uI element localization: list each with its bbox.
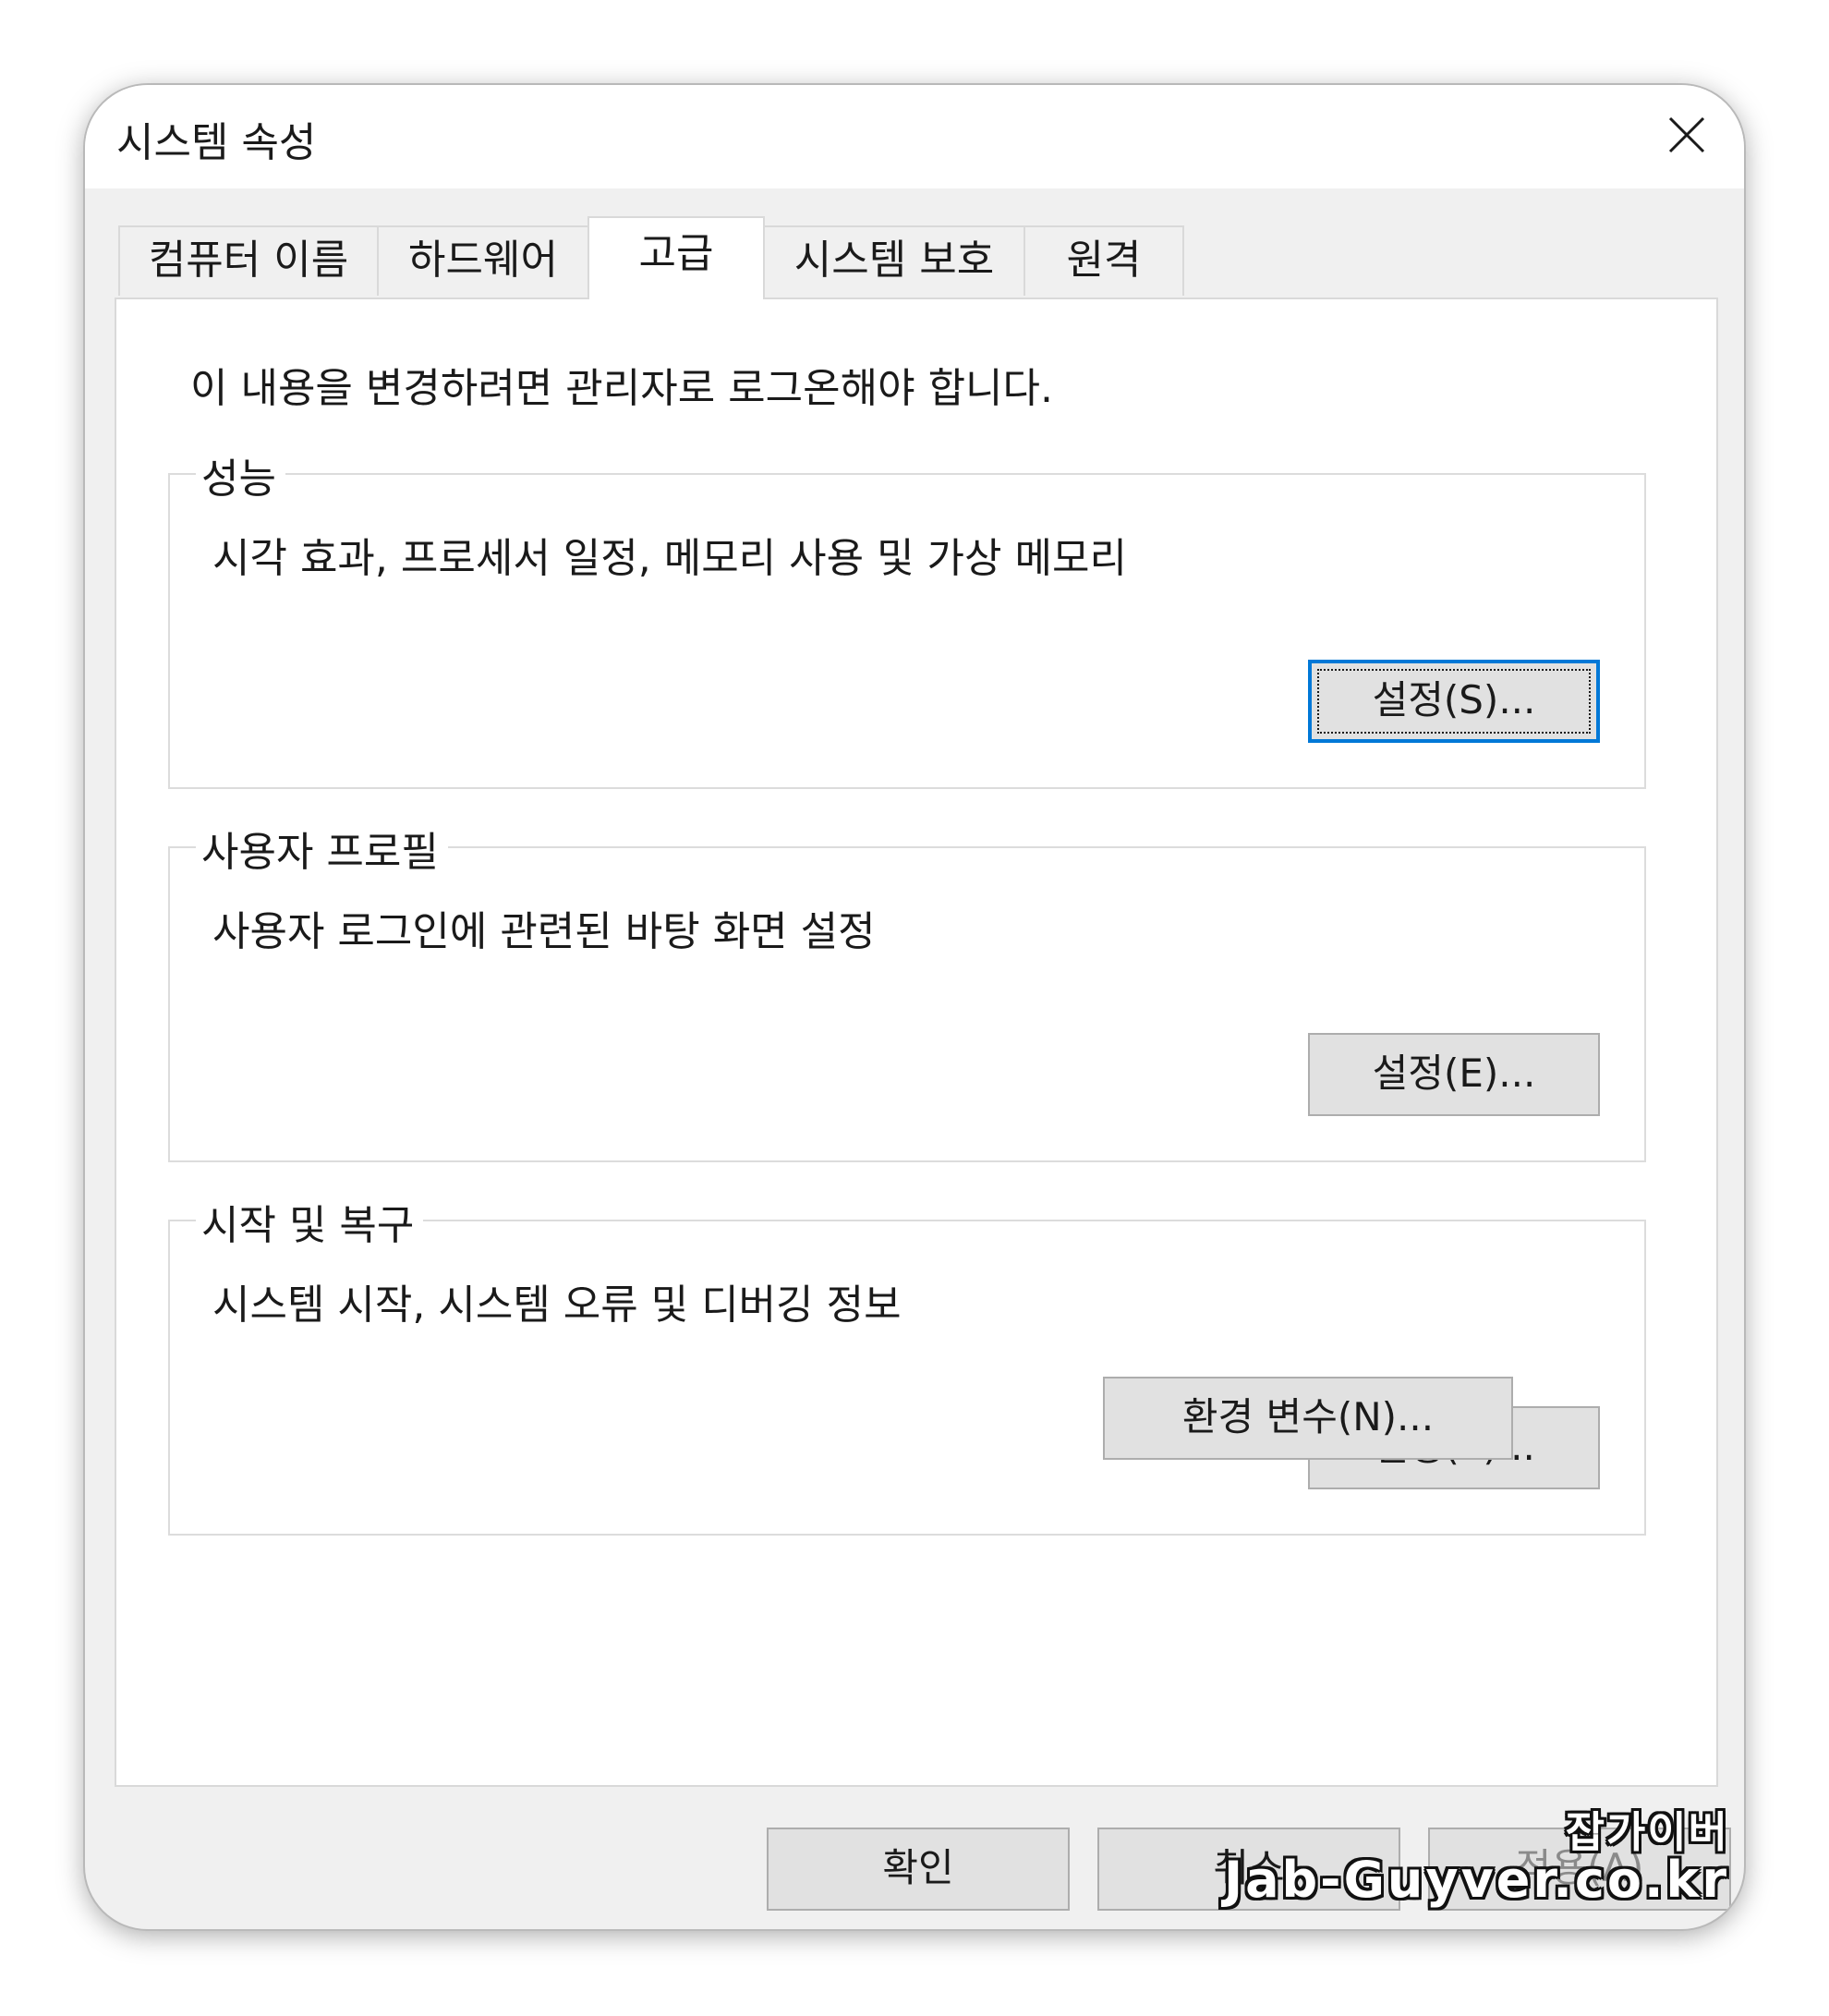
- user-profiles-group: 사용자 프로필 사용자 로그인에 관련된 바탕 화면 설정 설정(E)...: [168, 819, 1646, 1162]
- performance-description: 시각 효과, 프로세서 일정, 메모리 사용 및 가상 메모리: [212, 535, 1127, 582]
- advanced-tab-panel: 이 내용을 변경하려면 관리자로 로그온해야 합니다. 성능 시각 효과, 프로…: [115, 298, 1718, 1787]
- tab-advanced[interactable]: 고급: [587, 216, 765, 299]
- performance-settings-label: 설정(S)...: [1372, 677, 1536, 723]
- performance-title: 성능: [196, 445, 285, 504]
- close-button[interactable]: [1657, 105, 1716, 164]
- cancel-button[interactable]: 취소: [1097, 1828, 1400, 1911]
- ok-button[interactable]: 확인: [767, 1828, 1070, 1911]
- startup-recovery-title: 시작 및 복구: [196, 1192, 424, 1251]
- admin-notice: 이 내용을 변경하려면 관리자로 로그온해야 합니다.: [190, 365, 1053, 412]
- system-properties-dialog: 시스템 속성 컴퓨터 이름 하드웨어 고급 시스템 보호 원격 이 내용을 변경…: [85, 85, 1744, 1929]
- apply-button[interactable]: 적용(A): [1428, 1828, 1731, 1911]
- user-profiles-description: 사용자 로그인에 관련된 바탕 화면 설정: [212, 908, 876, 955]
- performance-group: 성능 시각 효과, 프로세서 일정, 메모리 사용 및 가상 메모리 설정(S)…: [168, 445, 1646, 789]
- title-bar: 시스템 속성: [85, 85, 1744, 188]
- close-icon: [1668, 116, 1705, 153]
- tab-remote[interactable]: 원격: [1024, 225, 1184, 296]
- window-title: 시스템 속성: [116, 119, 317, 166]
- startup-recovery-description: 시스템 시작, 시스템 오류 및 디버깅 정보: [212, 1281, 902, 1329]
- performance-settings-button[interactable]: 설정(S)...: [1308, 660, 1600, 743]
- tab-hardware[interactable]: 하드웨어: [377, 225, 589, 296]
- user-profiles-title: 사용자 프로필: [196, 819, 448, 878]
- environment-variables-button[interactable]: 환경 변수(N)...: [1103, 1377, 1513, 1460]
- user-profiles-settings-button[interactable]: 설정(E)...: [1308, 1033, 1600, 1116]
- tab-system-protection[interactable]: 시스템 보호: [763, 225, 1025, 296]
- tab-computer-name[interactable]: 컴퓨터 이름: [118, 225, 379, 296]
